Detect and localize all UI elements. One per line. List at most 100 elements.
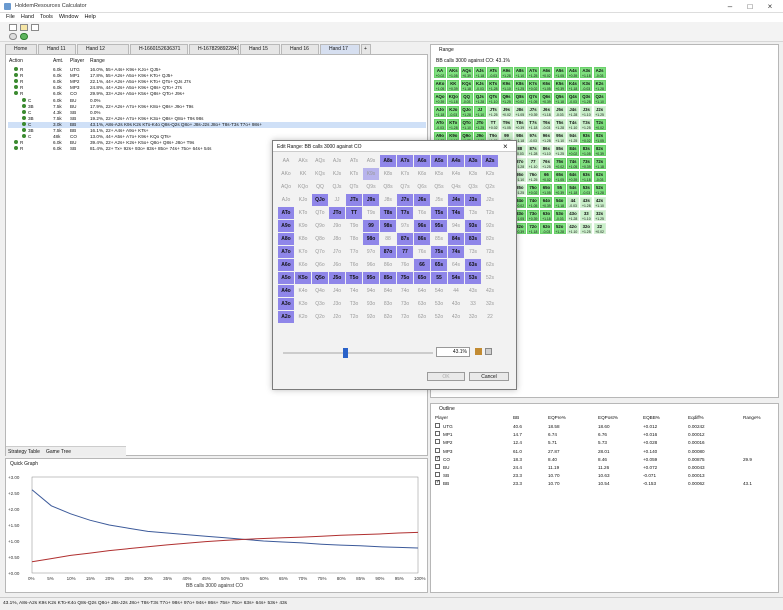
range-cell[interactable]: K4s +1.18 (567, 80, 579, 91)
range-cell[interactable]: KJs -0.03 (473, 80, 486, 91)
dialog-range-cell[interactable]: QTs (346, 181, 362, 193)
dialog-range-cell[interactable]: A6s (414, 155, 430, 167)
tab-home[interactable]: Home (5, 44, 37, 54)
range-cell[interactable]: 66 +0.02 (540, 171, 553, 182)
menu-hand[interactable]: Hand (21, 14, 34, 20)
dialog-range-cell[interactable]: AJo (278, 194, 294, 206)
range-cell[interactable]: QTs +1.10 (487, 93, 500, 104)
range-cell[interactable]: 97s -0.03 (527, 132, 540, 143)
open-folder-icon[interactable] (20, 24, 28, 31)
dialog-range-cell[interactable]: T3s (465, 207, 481, 219)
ok-button[interactable]: OK (427, 372, 465, 381)
range-cell[interactable]: T5s +1.28 (553, 119, 566, 130)
dialog-range-cell[interactable]: Q9s (363, 181, 379, 193)
dialog-range-cell[interactable]: J2s (482, 194, 498, 206)
dialog-range-cell[interactable]: J2o (329, 311, 345, 323)
range-cell[interactable]: QJo +1.28 (460, 106, 473, 117)
range-cell[interactable]: T4s +1.10 (567, 119, 579, 130)
close-button[interactable]: × (763, 2, 777, 11)
tab-hand-12[interactable]: Hand 12 (77, 44, 129, 54)
range-cell[interactable]: 84s +0.02 (567, 145, 579, 156)
dialog-range-cell[interactable]: 96o (363, 259, 379, 271)
dialog-range-cell[interactable]: K2o (295, 311, 311, 323)
range-cell[interactable]: Q9s +1.25 (500, 93, 513, 104)
player-checkbox[interactable] (435, 478, 440, 486)
dialog-range-cell[interactable]: T5s (431, 207, 447, 219)
action-row[interactable]: 3B 7.5k SB 19.2%, 22+ A2s+ A7o+ K9s+ K3o+ Q… (8, 115, 426, 122)
action-row[interactable]: R 6.0k MP2 22.1%, 44+ A2s+ A5o+ K9s+ KTo+ Q… (8, 79, 426, 85)
dialog-range-cell[interactable]: 76s (414, 246, 430, 258)
player-checkbox[interactable] (435, 431, 440, 437)
range-cell[interactable]: 73s +0.39 (580, 158, 593, 169)
range-cell[interactable]: K7s +0.02 (527, 80, 540, 91)
dialog-range-cell[interactable]: J5o (329, 272, 345, 284)
dialog-range-cell[interactable]: 85o (380, 272, 396, 284)
range-cell[interactable]: TT +0.02 (487, 119, 500, 130)
range-cell[interactable]: KK +0.39 (447, 80, 460, 91)
range-cell[interactable]: 75s +0.02 (553, 158, 566, 169)
range-cell[interactable]: 76o +1.25 (527, 171, 540, 182)
dialog-range-cell[interactable]: 98s (380, 220, 396, 232)
dialog-range-cell[interactable]: Q9o (312, 220, 328, 232)
range-cell[interactable]: KQs +1.18 (460, 80, 473, 91)
range-cell[interactable]: 63s +1.18 (580, 171, 593, 182)
dialog-range-cell[interactable]: A5o (278, 272, 294, 284)
range-cell[interactable]: 92s +1.05 (593, 132, 606, 143)
dialog-range-cell[interactable]: AJs (329, 155, 345, 167)
dialog-range-cell[interactable]: A5s (431, 155, 447, 167)
dialog-range-cell[interactable]: K3o (295, 298, 311, 310)
range-cell[interactable]: QTo +1.10 (460, 119, 473, 130)
tab-hand-16[interactable]: Hand 16 (281, 44, 319, 54)
range-cell[interactable]: T3s +1.25 (580, 119, 593, 130)
tab-h-1660[interactable]: H-1660152636371 (130, 44, 188, 54)
dialog-range-cell[interactable]: A3o (278, 298, 294, 310)
dialog-range-cell[interactable]: K2s (482, 168, 498, 180)
action-row[interactable]: C 6.0k BU 0.0% (8, 97, 426, 104)
dialog-range-cell[interactable]: 32o (465, 311, 481, 323)
range-cell[interactable]: AJo +1.18 (434, 106, 446, 117)
range-cell[interactable]: J2s +1.25 (593, 106, 606, 117)
dialog-range-cell[interactable]: QJs (329, 181, 345, 193)
range-cell[interactable]: Q4s -0.03 (567, 93, 579, 104)
dialog-range-cell[interactable]: K8o (295, 233, 311, 245)
dialog-range-cell[interactable]: 62o (414, 311, 430, 323)
dialog-range-cell[interactable]: J3o (329, 298, 345, 310)
player-checkbox[interactable] (435, 464, 440, 469)
dialog-range-cell[interactable]: K5s (431, 168, 447, 180)
dialog-range-cell[interactable]: AQo (278, 181, 294, 193)
range-cell[interactable]: KQo +1.18 (447, 93, 460, 104)
calculate-icon[interactable] (20, 33, 28, 40)
dialog-range-cell[interactable]: A2s (482, 155, 498, 167)
dialog-range-cell[interactable]: J6s (414, 194, 430, 206)
dialog-range-cell[interactable]: T5o (346, 272, 362, 284)
dialog-range-cell[interactable]: K4s (448, 168, 464, 180)
range-cell[interactable]: 52s +1.28 (593, 184, 606, 195)
range-cell[interactable]: 43s +1.28 (580, 197, 593, 208)
range-cell[interactable]: 74o +1.05 (527, 197, 540, 208)
dialog-range-cell[interactable]: T7o (346, 246, 362, 258)
dialog-range-cell[interactable]: 62s (482, 259, 498, 271)
range-cell[interactable]: Q7s +1.05 (527, 93, 540, 104)
dialog-range-cell[interactable]: 43s (465, 285, 481, 297)
range-cell[interactable]: K9s +1.10 (500, 80, 513, 91)
range-cell[interactable]: T8s +0.39 (513, 119, 526, 130)
dialog-range-cell[interactable]: 76o (397, 259, 413, 271)
range-cell[interactable]: 82s +0.39 (593, 145, 606, 156)
dialog-range-cell[interactable]: T9s (363, 207, 379, 219)
range-cell[interactable]: A8s +1.10 (513, 67, 526, 78)
dialog-range-cell[interactable]: 95s (431, 220, 447, 232)
dialog-range-cell[interactable]: QTo (312, 207, 328, 219)
range-cell[interactable]: 85s +1.25 (553, 145, 566, 156)
dialog-range-cell[interactable]: T2s (482, 207, 498, 219)
tab-game-tree[interactable]: Game Tree (46, 449, 71, 455)
dialog-range-cell[interactable]: J4o (329, 285, 345, 297)
dialog-range-cell[interactable]: Q7o (312, 246, 328, 258)
dialog-range-cell[interactable]: J8o (329, 233, 345, 245)
dialog-range-cell[interactable]: 73o (397, 298, 413, 310)
dialog-range-cell[interactable]: 96s (414, 220, 430, 232)
range-cell[interactable]: 94s +1.25 (567, 132, 579, 143)
dialog-range-cell[interactable]: AA (278, 155, 294, 167)
dialog-range-cell[interactable]: A8o (278, 233, 294, 245)
player-checkbox[interactable] (435, 454, 440, 462)
range-cell[interactable]: A9s +1.28 (500, 67, 513, 78)
